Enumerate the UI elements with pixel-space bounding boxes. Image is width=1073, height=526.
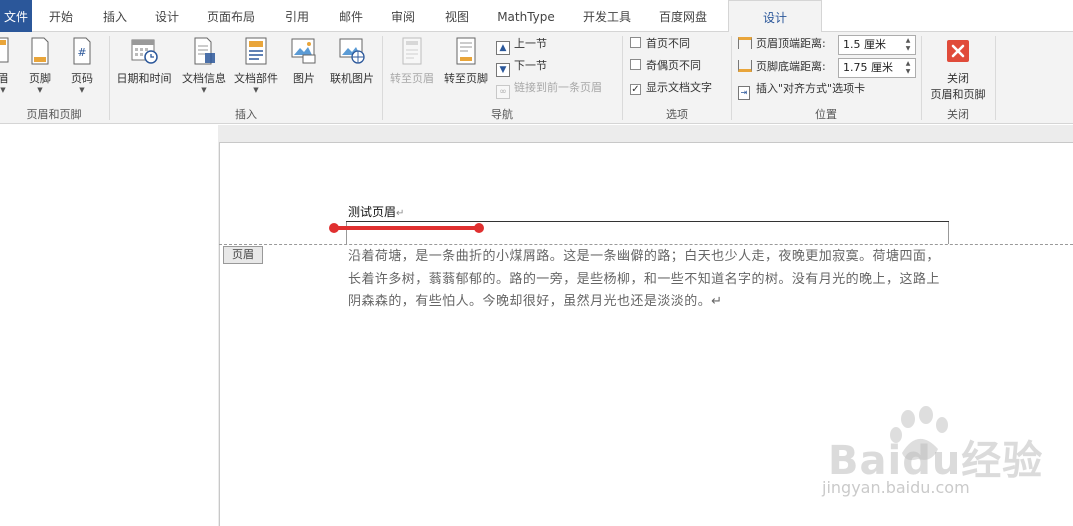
previous-section-icon: ▲ bbox=[496, 41, 510, 55]
close-header-footer-button[interactable]: 关闭 页眉和页脚 bbox=[924, 36, 992, 102]
close-icon bbox=[947, 40, 969, 62]
svg-text:#: # bbox=[77, 46, 86, 59]
tab-mailings[interactable]: 邮件 bbox=[330, 0, 372, 32]
footer-icon bbox=[31, 37, 49, 65]
document-parts-icon bbox=[245, 37, 267, 65]
footer-distance-label: 页脚底端距离: bbox=[738, 57, 826, 77]
online-pictures-button[interactable]: 联机图片 bbox=[326, 36, 378, 86]
picture-icon bbox=[291, 38, 316, 64]
tab-review[interactable]: 审阅 bbox=[382, 0, 424, 32]
dropdown-arrow-icon: ▼ bbox=[253, 86, 259, 94]
different-odd-even-checkbox[interactable]: 奇偶页不同 bbox=[630, 56, 701, 76]
goto-header-icon bbox=[402, 37, 422, 65]
header-distance-label: 页眉顶端距离: bbox=[738, 34, 826, 54]
group-label-header-footer: 页眉和页脚 bbox=[26, 108, 82, 121]
different-first-page-checkbox[interactable]: 首页不同 bbox=[630, 34, 690, 54]
dropdown-arrow-icon: ▼ bbox=[0, 86, 6, 94]
header-icon bbox=[0, 37, 9, 63]
page-number-button[interactable]: # 页码 ▼ bbox=[66, 36, 98, 94]
tab-mathtype[interactable]: MathType bbox=[490, 0, 562, 32]
document-info-button[interactable]: 文档信息 ▼ bbox=[178, 36, 230, 94]
header-border-line bbox=[346, 221, 949, 222]
footer-button[interactable]: 页脚 ▼ bbox=[24, 36, 56, 94]
spinner-arrows-icon[interactable]: ▲ ▼ bbox=[903, 37, 913, 53]
navigation-pane bbox=[0, 125, 218, 526]
tab-references[interactable]: 引用 bbox=[276, 0, 318, 32]
show-document-text-checkbox[interactable]: ✓ 显示文档文字 bbox=[630, 78, 712, 98]
tab-insert[interactable]: 插入 bbox=[94, 0, 136, 32]
annotation-dot bbox=[329, 223, 339, 233]
footer-distance-input[interactable]: 1.75 厘米 ▲ ▼ bbox=[838, 58, 916, 78]
next-section-icon: ▼ bbox=[496, 63, 510, 77]
tab-view[interactable]: 视图 bbox=[436, 0, 478, 32]
calendar-clock-icon bbox=[131, 39, 158, 64]
group-label-insert: 插入 bbox=[235, 108, 257, 121]
header-text[interactable]: 测试页眉↵ bbox=[348, 203, 404, 220]
annotation-arrow-line bbox=[333, 226, 479, 230]
dropdown-arrow-icon: ▼ bbox=[37, 86, 43, 94]
page-number-icon: # bbox=[73, 37, 91, 65]
link-to-previous-button[interactable]: ∞ 链接到前一条页眉 bbox=[496, 78, 602, 99]
footer-distance-icon bbox=[738, 60, 752, 72]
checkbox-icon bbox=[630, 59, 641, 70]
header-label-tag: 页眉 bbox=[223, 246, 263, 264]
group-label-navigation: 导航 bbox=[491, 108, 513, 121]
tab-developer[interactable]: 开发工具 bbox=[576, 0, 638, 32]
group-separator bbox=[995, 36, 996, 120]
tab-page-layout[interactable]: 页面布局 bbox=[200, 0, 262, 32]
link-icon: ∞ bbox=[496, 85, 510, 99]
crop-mark bbox=[948, 222, 949, 244]
tab-design[interactable]: 设计 bbox=[146, 0, 188, 32]
goto-footer-icon bbox=[456, 37, 476, 65]
annotation-dot bbox=[474, 223, 484, 233]
document-info-icon bbox=[194, 37, 215, 65]
spinner-arrows-icon[interactable]: ▲ ▼ bbox=[903, 60, 913, 76]
watermark-url: jingyan.baidu.com bbox=[822, 478, 970, 497]
group-label-close: 关闭 bbox=[947, 108, 969, 121]
tab-home[interactable]: 开始 bbox=[40, 0, 82, 32]
checkbox-icon bbox=[630, 37, 641, 48]
header-distance-icon bbox=[738, 37, 752, 49]
ribbon-tab-bar: 文件 开始 插入 设计 页面布局 引用 邮件 审阅 视图 MathType 开发… bbox=[0, 0, 1073, 33]
header-distance-input[interactable]: 1.5 厘米 ▲ ▼ bbox=[838, 35, 916, 55]
previous-section-button[interactable]: ▲ 上一节 bbox=[496, 34, 547, 55]
ribbon: 眉 ▼ 页脚 ▼ # 页码 ▼ 页眉和页脚 日期和时间 文档信息 ▼ 文档部件 … bbox=[0, 32, 1073, 124]
next-section-button[interactable]: ▼ 下一节 bbox=[496, 56, 547, 77]
date-time-button[interactable]: 日期和时间 bbox=[112, 36, 176, 86]
paragraph-mark: ↵ bbox=[396, 208, 405, 219]
insert-alignment-tab-button[interactable]: ⇥ 插入"对齐方式"选项卡 bbox=[738, 79, 865, 100]
tab-baidu-netdisk[interactable]: 百度网盘 bbox=[652, 0, 714, 32]
picture-button[interactable]: 图片 bbox=[286, 36, 322, 86]
header-button[interactable]: 眉 ▼ bbox=[0, 36, 12, 94]
dropdown-arrow-icon: ▼ bbox=[79, 86, 85, 94]
tab-file[interactable]: 文件 bbox=[0, 0, 32, 32]
group-label-position: 位置 bbox=[815, 108, 837, 121]
online-pictures-icon bbox=[339, 38, 365, 64]
goto-header-button[interactable]: 转至页眉 bbox=[386, 36, 438, 86]
group-label-options: 选项 bbox=[666, 108, 688, 121]
document-parts-button[interactable]: 文档部件 ▼ bbox=[230, 36, 282, 94]
alignment-tab-icon: ⇥ bbox=[738, 86, 750, 100]
goto-footer-button[interactable]: 转至页脚 bbox=[440, 36, 492, 86]
checkmark-icon: ✓ bbox=[630, 84, 641, 95]
dropdown-arrow-icon: ▼ bbox=[201, 86, 207, 94]
tab-header-footer-design[interactable]: 设计 bbox=[728, 0, 822, 33]
header-boundary-line bbox=[219, 244, 1073, 245]
body-paragraph[interactable]: 沿着荷塘，是一条曲折的小煤屑路。这是一条幽僻的路；白天也少人走，夜晚更加寂寞。荷… bbox=[348, 246, 950, 314]
